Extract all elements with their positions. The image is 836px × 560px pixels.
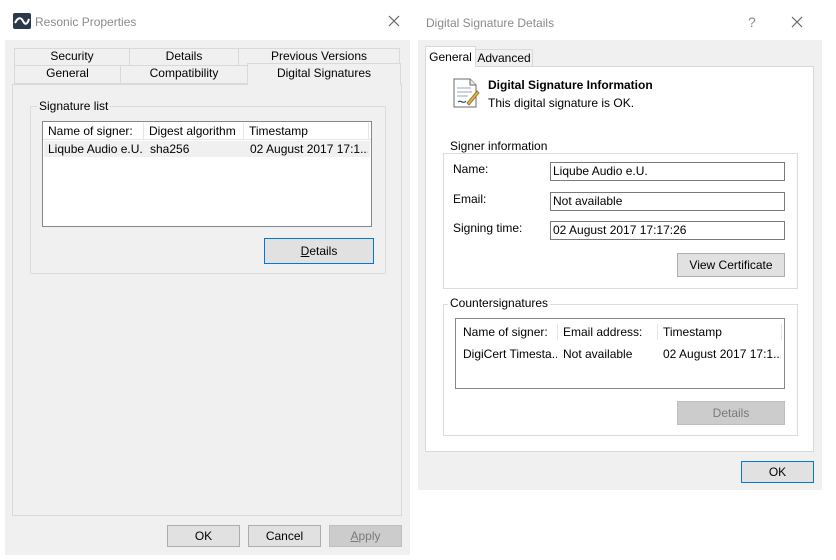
countersignature-details-button[interactable]: Details — [677, 401, 785, 425]
tab-security[interactable]: Security — [14, 48, 130, 66]
cancel-button[interactable]: Cancel — [248, 525, 321, 547]
tab-general[interactable]: General — [14, 65, 121, 84]
properties-title: Resonic Properties — [35, 15, 137, 29]
info-title: Digital Signature Information — [488, 78, 653, 92]
signing-time-field[interactable]: 02 August 2017 17:17:26 — [550, 221, 785, 240]
column-header-timestamp[interactable]: Timestamp — [658, 324, 782, 340]
email-field[interactable]: Not available — [550, 192, 785, 211]
signer-information-label: Signer information — [448, 139, 550, 153]
column-header-timestamp[interactable]: Timestamp — [244, 123, 369, 140]
app-logo-icon — [13, 13, 31, 29]
dsd-ok-button[interactable]: OK — [741, 461, 814, 483]
dsd-titlebar: Digital Signature Details ? — [418, 0, 822, 40]
column-header-digest[interactable]: Digest algorithm — [144, 123, 244, 140]
help-icon[interactable]: ? — [748, 14, 756, 30]
column-header-signer[interactable]: Name of signer: — [43, 123, 144, 140]
apply-button[interactable]: Apply — [329, 525, 402, 547]
close-icon[interactable] — [386, 13, 402, 29]
row-timestamp: 02 August 2017 17:1... — [250, 142, 368, 156]
signing-time-label: Signing time: — [453, 221, 523, 235]
countersignatures-list[interactable]: Name of signer: Email address: Timestamp… — [455, 318, 785, 389]
countersignatures-label: Countersignatures — [448, 296, 551, 310]
tab-general[interactable]: General — [425, 46, 476, 67]
row-signer: Liqube Audio e.U. — [48, 142, 143, 156]
properties-titlebar: Resonic Properties — [0, 0, 410, 40]
signature-list-label: Signature list — [37, 99, 111, 113]
tab-compatibility[interactable]: Compatibility — [120, 65, 248, 84]
column-header-email[interactable]: Email address: — [558, 324, 658, 340]
info-status: This digital signature is OK. — [488, 96, 635, 110]
list-header: Name of signer: Email address: Timestamp — [456, 319, 784, 344]
apply-label-rest: pply — [358, 529, 381, 543]
details-label-rest: etails — [309, 244, 338, 258]
row-signer: DigiCert Timesta... — [463, 347, 557, 361]
signature-list[interactable]: Name of signer: Digest algorithm Timesta… — [42, 121, 372, 227]
details-button[interactable]: Details — [264, 238, 374, 264]
row-digest: sha256 — [150, 142, 190, 156]
ok-button[interactable]: OK — [167, 525, 240, 547]
column-header-signer[interactable]: Name of signer: — [458, 324, 558, 340]
email-label: Email: — [453, 192, 487, 206]
tab-digital-signatures[interactable]: Digital Signatures — [247, 63, 401, 85]
name-label: Name: — [453, 162, 489, 176]
apply-mnemonic: A — [350, 529, 359, 543]
name-field[interactable]: Liqube Audio e.U. — [550, 162, 785, 181]
list-header: Name of signer: Digest algorithm Timesta… — [43, 122, 371, 140]
row-email: Not available — [563, 347, 633, 361]
table-row[interactable]: Liqube Audio e.U. sha256 02 August 2017 … — [44, 141, 370, 157]
tab-advanced[interactable]: Advanced — [475, 49, 533, 67]
table-row[interactable]: DigiCert Timesta... Not available 02 Aug… — [457, 345, 783, 362]
certificate-document-icon — [453, 78, 480, 108]
tab-details[interactable]: Details — [129, 48, 239, 66]
row-timestamp: 02 August 2017 17:1... — [663, 347, 781, 361]
dsd-title: Digital Signature Details — [426, 16, 555, 30]
close-icon[interactable] — [790, 15, 804, 29]
view-certificate-button[interactable]: View Certificate — [677, 253, 785, 277]
